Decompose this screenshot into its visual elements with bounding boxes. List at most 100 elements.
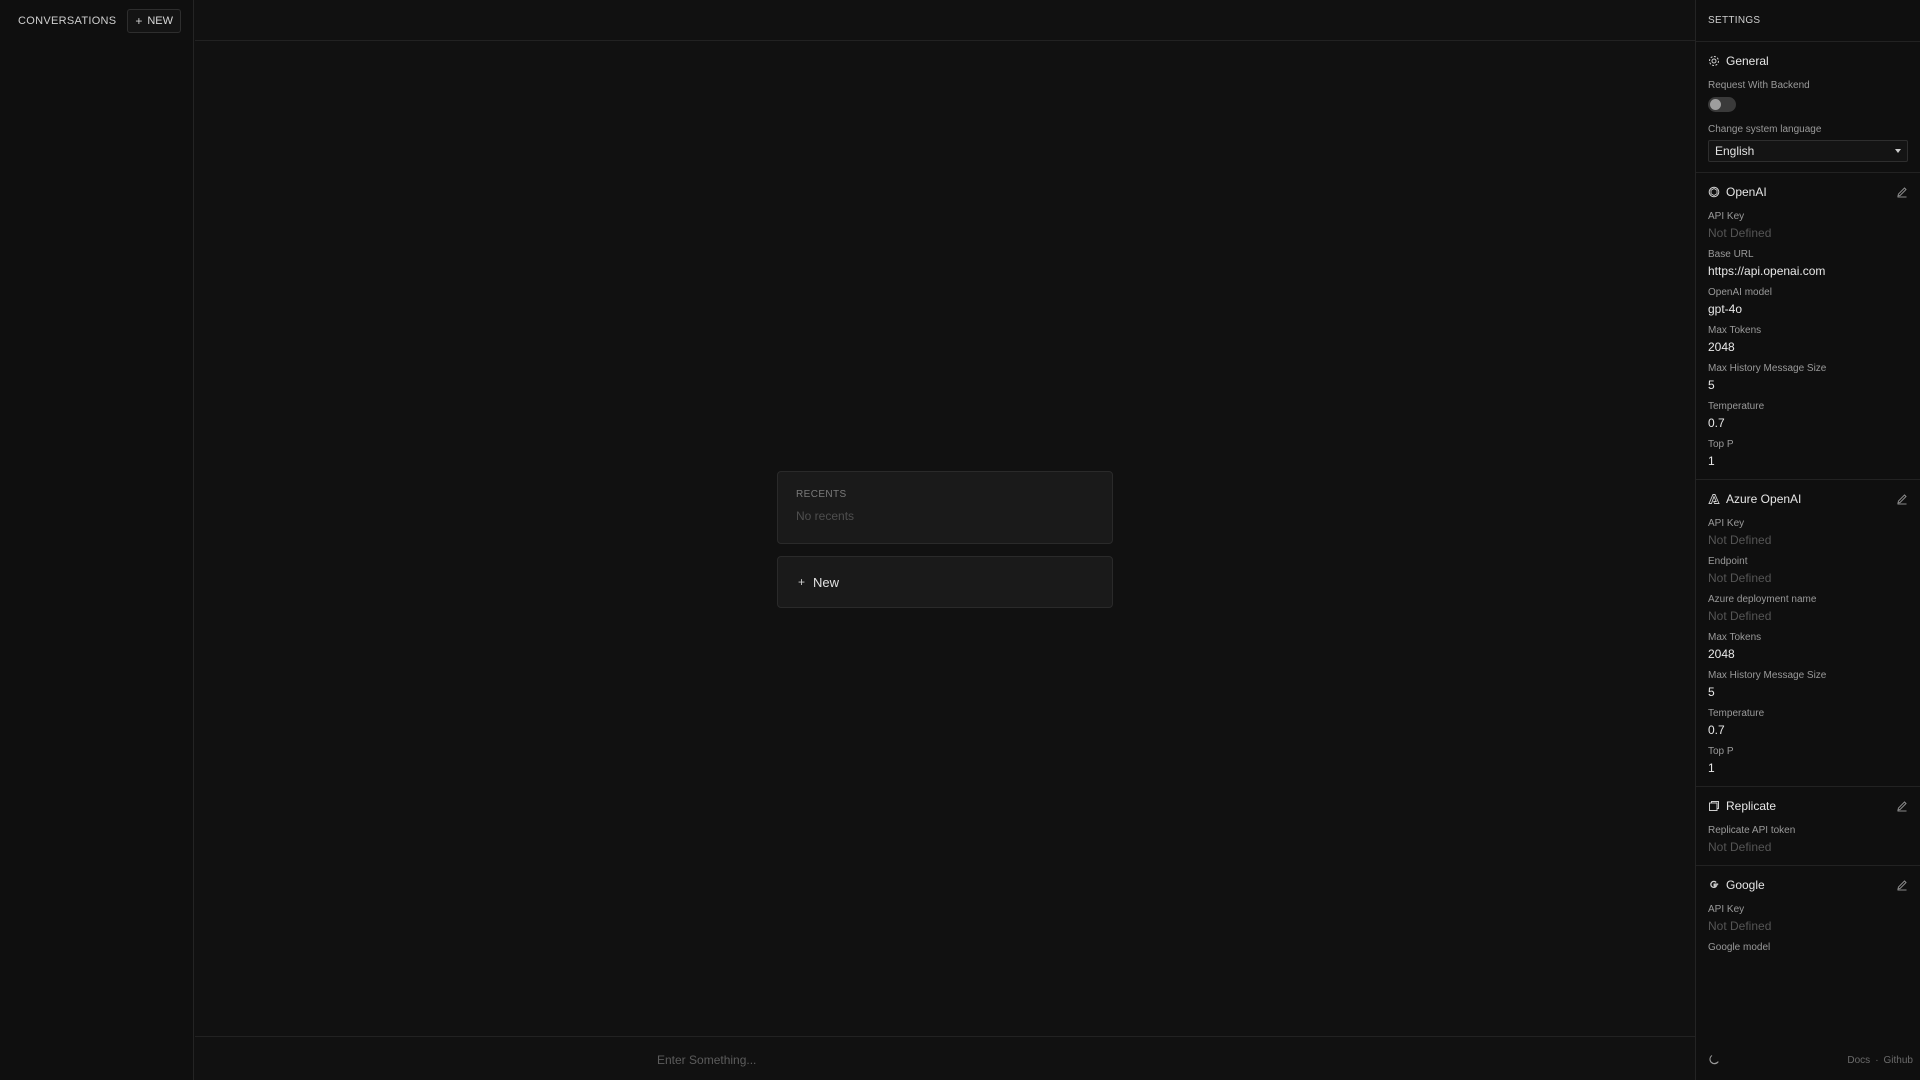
plus-icon: + <box>135 14 143 28</box>
google-title: Google <box>1726 878 1765 892</box>
request-backend-toggle[interactable] <box>1708 97 1736 112</box>
new-chat-label: New <box>813 574 840 590</box>
azure-field-value: Not Defined <box>1708 571 1772 585</box>
openai-field[interactable]: Max Tokens 2048 <box>1708 324 1908 355</box>
openai-field[interactable]: Max History Message Size 5 <box>1708 362 1908 393</box>
azure-field[interactable]: Max Tokens 2048 <box>1708 631 1908 662</box>
google-field[interactable]: API Key Not Defined <box>1708 903 1908 934</box>
settings-header: SETTINGS <box>1696 0 1920 42</box>
replicate-field-value: Not Defined <box>1708 840 1772 854</box>
openai-field[interactable]: OpenAI model gpt-4o <box>1708 286 1908 317</box>
openai-field-label: OpenAI model <box>1708 287 1772 298</box>
azure-field[interactable]: Max History Message Size 5 <box>1708 669 1908 700</box>
footer-links: Docs · Github <box>1847 1055 1913 1066</box>
azure-field[interactable]: Temperature 0.7 <box>1708 707 1908 738</box>
openai-field-value: 0.7 <box>1708 416 1725 430</box>
conversations-header: CONVERSATIONS + NEW <box>0 0 193 42</box>
google-field[interactable]: Google model <box>1708 941 1908 954</box>
openai-field-value: 2048 <box>1708 340 1735 354</box>
new-conversation-button[interactable]: + NEW <box>127 9 181 33</box>
azure-icon <box>1708 493 1720 505</box>
google-field-label: Google model <box>1708 942 1771 953</box>
openai-icon <box>1708 186 1720 198</box>
azure-field-value: 2048 <box>1708 647 1735 661</box>
moon-icon[interactable] <box>1708 1054 1720 1066</box>
azure-title: Azure OpenAI <box>1726 492 1802 506</box>
azure-field[interactable]: Top P 1 <box>1708 745 1908 776</box>
google-field-value: Not Defined <box>1708 919 1772 933</box>
openai-field-value: Not Defined <box>1708 226 1772 240</box>
replicate-field[interactable]: Replicate API token Not Defined <box>1708 824 1908 855</box>
new-conversation-label: NEW <box>147 15 173 27</box>
azure-field-label: Azure deployment name <box>1708 594 1817 605</box>
openai-field-value: 5 <box>1708 378 1715 392</box>
recents-title: RECENTS <box>796 489 847 500</box>
footer-separator: · <box>1875 1054 1879 1066</box>
azure-section: Azure OpenAI API Key Not Defined Endpoint N… <box>1696 480 1920 787</box>
language-label: Change system language <box>1708 124 1822 135</box>
azure-field[interactable]: API Key Not Defined <box>1708 517 1908 548</box>
github-link[interactable]: Github <box>1884 1055 1913 1066</box>
plus-icon: + <box>798 575 806 589</box>
azure-field-label: Endpoint <box>1708 556 1748 567</box>
azure-field-label: API Key <box>1708 518 1745 529</box>
openai-field-label: API Key <box>1708 211 1745 222</box>
openai-field-label: Max History Message Size <box>1708 363 1827 374</box>
message-input-bar <box>195 1036 1695 1080</box>
openai-field-value: 1 <box>1708 454 1715 468</box>
replicate-section: Replicate Replicate API token Not Defined <box>1696 787 1920 866</box>
azure-field-value: 0.7 <box>1708 723 1725 737</box>
main-topbar <box>195 0 1695 41</box>
general-section: General Request With Backend Change syst… <box>1696 42 1920 173</box>
conversations-title: CONVERSATIONS <box>18 15 117 27</box>
replicate-field-label: Replicate API token <box>1708 825 1796 836</box>
language-value: English <box>1715 144 1755 158</box>
openai-field[interactable]: Top P 1 <box>1708 438 1908 469</box>
openai-field[interactable]: Temperature 0.7 <box>1708 400 1908 431</box>
docs-link[interactable]: Docs <box>1847 1055 1870 1066</box>
azure-field-value: Not Defined <box>1708 609 1772 623</box>
azure-field-label: Max History Message Size <box>1708 670 1827 681</box>
replicate-title: Replicate <box>1726 799 1777 813</box>
recents-card: RECENTS No recents <box>777 471 1113 544</box>
recents-empty-text: No recents <box>796 509 855 523</box>
edit-icon[interactable] <box>1896 879 1908 891</box>
openai-field-label: Top P <box>1708 439 1734 450</box>
azure-field[interactable]: Azure deployment name Not Defined <box>1708 593 1908 624</box>
settings-panel: SETTINGS General Request With Backend Ch… <box>1695 0 1920 1080</box>
azure-field-label: Top P <box>1708 746 1734 757</box>
azure-field-value: Not Defined <box>1708 533 1772 547</box>
settings-title: SETTINGS <box>1708 15 1761 26</box>
azure-field-value: 5 <box>1708 685 1715 699</box>
replicate-icon <box>1708 800 1720 812</box>
request-backend-label: Request With Backend <box>1708 80 1810 91</box>
google-section: Google API Key Not Defined Google model <box>1696 866 1920 966</box>
edit-icon[interactable] <box>1896 186 1908 198</box>
edit-icon[interactable] <box>1896 493 1908 505</box>
chevron-down-icon <box>1895 149 1901 153</box>
openai-field-label: Temperature <box>1708 401 1765 412</box>
openai-field-value: gpt-4o <box>1708 302 1743 316</box>
openai-field-label: Max Tokens <box>1708 325 1762 336</box>
message-input[interactable] <box>655 1049 1259 1071</box>
language-select[interactable]: English <box>1708 140 1908 162</box>
general-title: General <box>1726 54 1769 68</box>
conversations-sidebar: CONVERSATIONS + NEW <box>0 0 194 1080</box>
openai-field-label: Base URL <box>1708 249 1754 260</box>
azure-field-label: Temperature <box>1708 708 1765 719</box>
azure-field[interactable]: Endpoint Not Defined <box>1708 555 1908 586</box>
openai-field-value: https://api.openai.com <box>1708 264 1826 278</box>
azure-field-value: 1 <box>1708 761 1715 775</box>
openai-section: OpenAI API Key Not Defined Base URL https:/… <box>1696 173 1920 480</box>
google-field-label: API Key <box>1708 904 1745 915</box>
settings-footer: Docs · Github <box>1696 1040 1920 1080</box>
openai-title: OpenAI <box>1726 185 1767 199</box>
gear-icon <box>1708 55 1720 67</box>
google-icon <box>1708 879 1720 891</box>
azure-field-label: Max Tokens <box>1708 632 1762 643</box>
new-chat-button[interactable]: + New <box>777 556 1113 608</box>
openai-field[interactable]: Base URL https://api.openai.com <box>1708 248 1908 279</box>
edit-icon[interactable] <box>1896 800 1908 812</box>
openai-field[interactable]: API Key Not Defined <box>1708 210 1908 241</box>
main-area: RECENTS No recents + New <box>195 0 1695 1080</box>
